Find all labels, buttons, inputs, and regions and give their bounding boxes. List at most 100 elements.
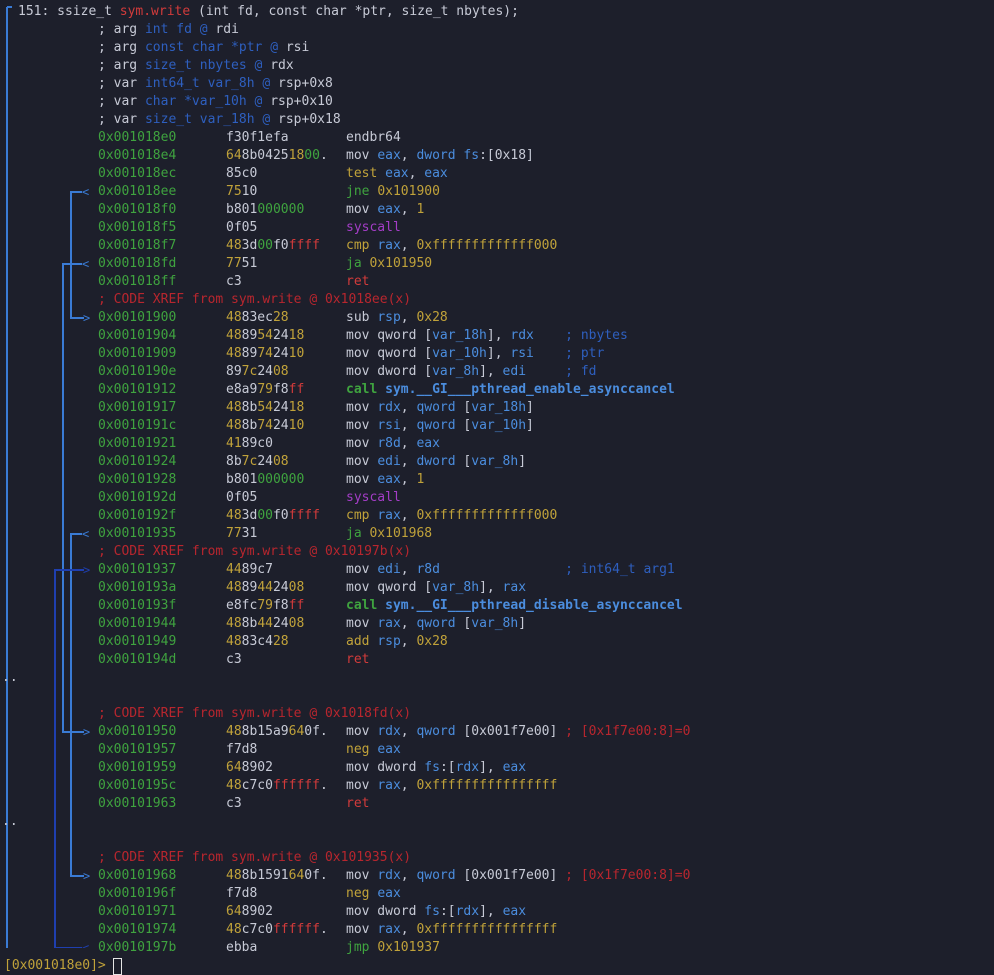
- block-separator: ..: [2, 670, 18, 685]
- asm-token: [534, 328, 565, 343]
- instruction-text: mov eax, dword fs:[0x18]: [346, 147, 534, 165]
- instruction-address: 0x00101971: [98, 904, 177, 919]
- byte-group: 74: [257, 346, 273, 361]
- asm-token: ja: [346, 526, 370, 541]
- asm-token: ja: [346, 256, 370, 271]
- instruction-text: syscall: [346, 219, 401, 237]
- asm-token: ,: [400, 436, 417, 451]
- signature-args: (int fd, const char *ptr, size_t nbytes)…: [190, 4, 519, 19]
- byte-group: 41: [226, 436, 242, 451]
- byte-group: 08: [272, 364, 289, 379]
- asm-token: ]: [518, 454, 527, 469]
- asm-token: neg: [346, 742, 378, 757]
- opcode-bytes: 8b7c2408: [226, 453, 289, 471]
- opcode-bytes: 648902: [226, 903, 273, 921]
- byte-group: f7d8: [226, 886, 258, 901]
- instruction-address: 0x00101968: [98, 868, 177, 883]
- instruction-text: neg eax: [346, 741, 401, 759]
- byte-group: 7c: [241, 364, 258, 379]
- jump-arrow-ja-1: [62, 263, 84, 733]
- jump-arrow-ja-2: [70, 533, 84, 877]
- byte-group: 24: [272, 328, 289, 343]
- code-xref-comment: ; CODE XREF from sym.write @ 0x1018fd(x): [98, 706, 412, 721]
- byte-group: e8a9: [226, 382, 258, 397]
- instruction-text: mov rax, 0xffffffffffffffff: [346, 777, 557, 795]
- opcode-bytes: 0f05: [226, 219, 257, 237]
- byte-group: 3d: [241, 238, 258, 253]
- asm-token: mov qword [: [346, 580, 433, 595]
- instruction-text: mov qword [var_10h], rsi ; ptr: [346, 345, 604, 363]
- asm-token: eax: [377, 148, 401, 163]
- byte-group: 85c0: [226, 166, 258, 181]
- asm-token: fs: [424, 904, 440, 919]
- code-xref-comment: ; CODE XREF from sym.write @ 0x101935(x): [98, 850, 412, 865]
- byte-group: 24: [272, 616, 289, 631]
- asm-token: eax: [377, 742, 401, 757]
- byte-group: f0: [272, 238, 289, 253]
- byte-group: 000000: [257, 202, 305, 217]
- arg-kind: ; var: [98, 76, 145, 91]
- asm-token: neg: [346, 886, 378, 901]
- instruction-address: 0x0010196f: [98, 886, 177, 901]
- instruction-address: 0x00101935: [98, 526, 177, 541]
- byte-group: 00: [257, 238, 273, 253]
- asm-token: ,: [400, 724, 417, 739]
- instruction-text: test eax, eax: [346, 165, 448, 183]
- byte-group: 48: [226, 508, 242, 523]
- ja2-source-marker: <: [82, 527, 89, 541]
- byte-group: 000000: [257, 472, 305, 487]
- opcode-bytes: 4889742410: [226, 345, 304, 363]
- arg-location: rsi: [285, 40, 310, 55]
- jump-arrow-jne: [70, 191, 84, 319]
- byte-group: 28: [272, 634, 289, 649]
- arg-declaration: ; arg size_t nbytes @ rdx: [98, 57, 294, 75]
- asm-token: 0xfffffffffffff000: [416, 508, 558, 523]
- byte-group: 54: [257, 400, 273, 415]
- asm-token: dword: [416, 148, 456, 163]
- asm-token: fs: [424, 760, 440, 775]
- instruction-address: 0x001018e4: [98, 148, 177, 163]
- byte-group: 8b: [241, 616, 258, 631]
- arg-type: int64_t var_8h: [144, 76, 255, 91]
- instruction-address: 0x00101912: [98, 382, 177, 397]
- opcode-bytes: 4883c428: [226, 633, 289, 651]
- asm-token: ,: [400, 418, 417, 433]
- arg-kind: ; arg: [98, 58, 145, 73]
- asm-token: mov dword [: [346, 364, 433, 379]
- byte-group: 54: [257, 328, 273, 343]
- instruction-address: 0x00101900: [98, 310, 177, 325]
- byte-group: b801: [226, 472, 258, 487]
- opcode-bytes: b801000000: [226, 471, 304, 489]
- byte-group: 89: [241, 346, 258, 361]
- instruction-address: 0x00101957: [98, 742, 177, 757]
- jmp-source-marker: <: [82, 941, 89, 948]
- byte-group: 44: [257, 616, 273, 631]
- instruction-address: 0x00101950: [98, 724, 177, 739]
- arg-declaration: ; var int64_t var_8h @ rsp+0x8: [98, 75, 333, 93]
- arg-at: @: [254, 76, 279, 91]
- instruction-text: mov qword [var_8h], rax: [346, 579, 526, 597]
- asm-token: [: [455, 616, 472, 631]
- byte-group: 44: [257, 580, 273, 595]
- byte-group: 3d: [241, 508, 258, 523]
- instruction-text: add rsp, 0x28: [346, 633, 448, 651]
- instruction-address: 0x00101963: [98, 796, 177, 811]
- asm-token: ; fd: [565, 364, 597, 379]
- asm-token: eax: [502, 904, 527, 919]
- jmp-target-marker: >: [83, 563, 90, 577]
- instruction-address: 0x001018f7: [98, 238, 177, 253]
- instruction-address: 0x001018f0: [98, 202, 177, 217]
- asm-token: rdx: [455, 760, 480, 775]
- asm-token: call: [346, 598, 386, 613]
- byte-group: 18: [288, 328, 305, 343]
- opcode-bytes: 4189c0: [226, 435, 273, 453]
- asm-token: ; ptr: [565, 346, 605, 361]
- opcode-bytes: 48c7c0ffffff.: [226, 777, 328, 795]
- byte-group: 8902: [241, 760, 273, 775]
- byte-group: 24: [257, 454, 273, 469]
- asm-token: sym.__GI___pthread_enable_asynccancel: [385, 382, 675, 397]
- instruction-address: 0x0010192d: [98, 490, 177, 505]
- arg-at: @: [262, 40, 286, 55]
- cursor[interactable]: [113, 958, 122, 975]
- opcode-bytes: 488b542418: [226, 399, 304, 417]
